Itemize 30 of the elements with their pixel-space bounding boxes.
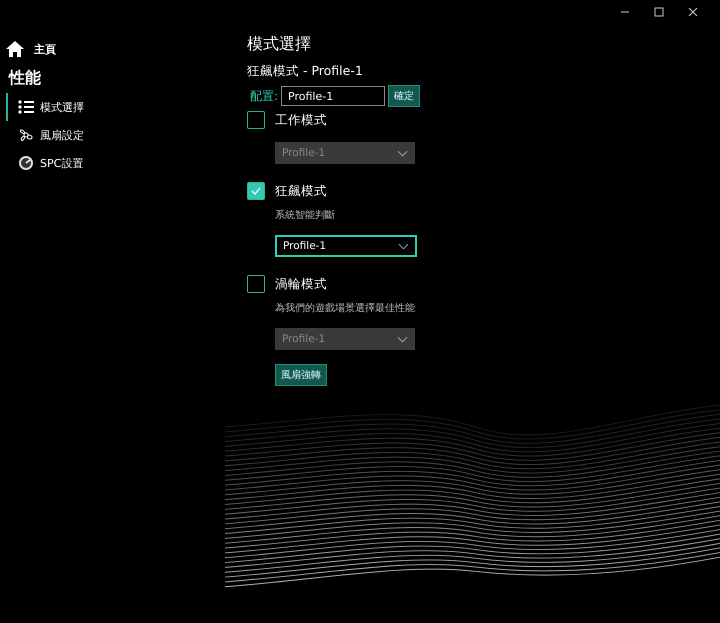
mode-label: 狂飆模式	[275, 182, 327, 200]
checkbox[interactable]	[247, 182, 265, 200]
config-input-field[interactable]: Profile-1	[281, 86, 386, 106]
fan-boost-button[interactable]: 風扇強轉	[275, 364, 327, 386]
mode-label: 渦輪模式	[275, 276, 327, 292]
page-title: 模式選擇	[247, 34, 311, 55]
list-icon	[18, 99, 34, 115]
mode-description: 系統智能判斷	[275, 208, 335, 222]
mode-description: 為我們的遊戲場景選擇最佳性能	[275, 302, 415, 315]
checkbox[interactable]	[247, 111, 265, 129]
profile-dropdown[interactable]: Profile-1	[275, 235, 417, 257]
checkmark-icon	[250, 185, 262, 197]
sidebar-item[interactable]: 風扇設定	[6, 121, 138, 149]
home-icon[interactable]	[6, 41, 24, 57]
profile-heading: 狂飆模式 - Profile-1	[247, 63, 363, 80]
home-link[interactable]: 主頁	[34, 42, 56, 56]
config-label: 配置:	[250, 88, 278, 104]
confirm-button[interactable]: 確定	[388, 85, 420, 107]
chevron-down-icon	[397, 336, 408, 342]
sidebar-item[interactable]: 模式選擇	[6, 93, 138, 121]
chevron-down-icon	[397, 150, 408, 156]
section-heading: 性能	[7, 67, 42, 89]
checkbox[interactable]	[247, 275, 265, 293]
fan-icon	[18, 127, 34, 143]
maximize-icon[interactable]	[654, 7, 664, 17]
sidebar-item[interactable]: SPC設置	[6, 149, 138, 177]
close-icon[interactable]	[688, 7, 698, 17]
mode-label: 工作模式	[275, 112, 327, 128]
gauge-icon	[18, 155, 34, 171]
chevron-down-icon	[398, 242, 409, 250]
